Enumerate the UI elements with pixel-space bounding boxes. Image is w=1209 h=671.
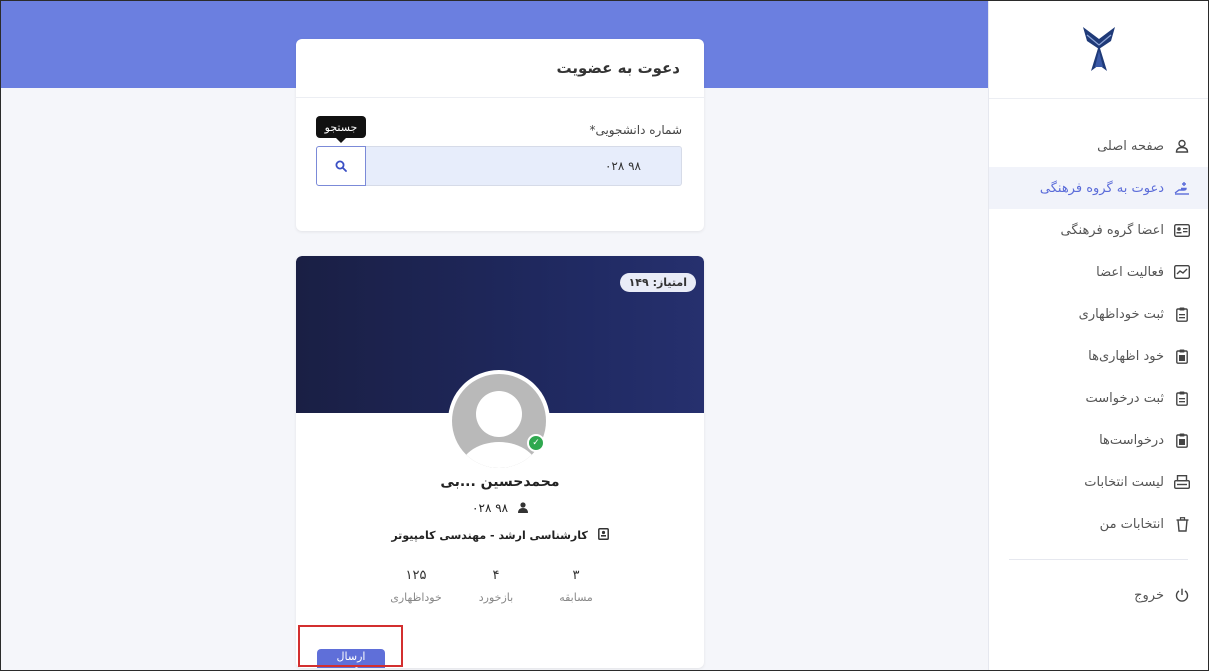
sidebar-item-logout[interactable]: خروج	[989, 574, 1208, 616]
stat-label: بازخورد	[478, 591, 514, 604]
stat-feedback: ۴ بازخورد	[456, 568, 536, 604]
profile-student-id: ۹۸ ۰۲۸	[296, 501, 704, 515]
student-number-label: شماره دانشجویی*	[589, 123, 682, 137]
sidebar-item-label: دعوت به گروه فرهنگی	[1039, 180, 1164, 196]
id-card-icon	[1174, 222, 1190, 238]
stat-value: ۱۲۵	[405, 568, 427, 583]
trash-icon	[1174, 516, 1190, 532]
sidebar-item-label: ثبت درخواست	[1085, 390, 1164, 406]
stat-competitions: ۳ مسابقه	[536, 568, 616, 604]
user-icon	[1174, 138, 1190, 154]
student-number-row	[316, 146, 682, 186]
avatar-placeholder-icon	[452, 374, 546, 468]
stat-value: ۴	[492, 568, 500, 583]
sidebar-item-my-elections[interactable]: انتخابات من	[989, 503, 1208, 545]
sidebar-item-label: لیست انتخابات	[1084, 474, 1164, 490]
profile-name: محمدحسین ...بی	[440, 474, 560, 490]
invite-title: دعوت به عضویت	[296, 39, 704, 98]
search-icon	[335, 160, 347, 172]
sidebar-item-submit-declaration[interactable]: ثبت خوداظهاری	[989, 293, 1208, 335]
sidebar-item-declarations[interactable]: خود اظهاری‌ها	[989, 335, 1208, 377]
university-logo	[1082, 26, 1115, 71]
sidebar-item-label: ثبت خوداظهاری	[1078, 306, 1164, 322]
sidebar-item-home[interactable]: صفحه اصلی	[989, 125, 1208, 167]
clipboard-icon	[1174, 390, 1190, 406]
app-frame: دعوت به عضویت شماره دانشجویی* جستجو امتی…	[0, 0, 1209, 671]
stat-self-declarations: ۱۲۵ خوداظهاری	[376, 568, 456, 604]
person-icon	[517, 502, 528, 513]
sidebar-item-label: فعالیت اعضا	[1096, 264, 1164, 280]
sidebar-item-submit-request[interactable]: ثبت درخواست	[989, 377, 1208, 419]
printer-icon	[1174, 474, 1190, 490]
sidebar-item-invite[interactable]: دعوت به گروه فرهنگی	[989, 167, 1208, 209]
sidebar-item-label: خود اظهاری‌ها	[1088, 348, 1164, 364]
power-icon	[1174, 587, 1190, 603]
score-badge: امتیاز: ۱۴۹	[619, 273, 696, 292]
profile-major: کارشناسی ارشد - مهندسی کامپیوتر	[296, 528, 704, 542]
stat-label: خوداظهاری	[390, 591, 442, 604]
sidebar-item-label: انتخابات من	[1099, 516, 1164, 532]
sidebar-item-label: اعضا گروه فرهنگی	[1060, 222, 1165, 238]
search-tooltip: جستجو	[316, 116, 366, 143]
invite-card: دعوت به عضویت شماره دانشجویی* جستجو	[296, 39, 704, 231]
search-button[interactable]	[316, 146, 366, 186]
avatar	[452, 374, 546, 468]
sidebar-item-members[interactable]: اعضا گروه فرهنگی	[989, 209, 1208, 251]
profile-card: امتیاز: ۱۴۹ ✓ محمدحسین ...بی ۹۸ ۰۲۸ کارش…	[296, 256, 704, 668]
sidebar-item-election-list[interactable]: لیست انتخابات	[989, 461, 1208, 503]
badge-icon	[597, 528, 609, 540]
stat-value: ۳	[572, 568, 580, 583]
sidebar-item-label: صفحه اصلی	[1097, 138, 1164, 154]
clipboard-icon	[1174, 306, 1190, 322]
sidebar-item-requests[interactable]: درخواست‌ها	[989, 419, 1208, 461]
sidebar-item-label: خروج	[1134, 587, 1164, 603]
stat-label: مسابقه	[559, 591, 593, 604]
hand-invite-icon	[1174, 180, 1190, 196]
sidebar-item-label: درخواست‌ها	[1099, 432, 1164, 448]
profile-student-id-text: ۹۸ ۰۲۸	[472, 501, 509, 515]
sidebar-menu: صفحه اصلی دعوت به گروه فرهنگی اعضا گروه …	[989, 99, 1208, 616]
logo-area	[989, 1, 1208, 99]
profile-stats: ۳ مسابقه ۴ بازخورد ۱۲۵ خوداظهاری	[376, 568, 616, 604]
sidebar-item-activity[interactable]: فعالیت اعضا	[989, 251, 1208, 293]
profile-major-text: کارشناسی ارشد - مهندسی کامپیوتر	[391, 529, 588, 542]
sidebar-divider	[1009, 559, 1188, 560]
activity-icon	[1174, 264, 1190, 280]
sidebar: صفحه اصلی دعوت به گروه فرهنگی اعضا گروه …	[988, 1, 1208, 670]
verified-check-icon: ✓	[527, 434, 545, 452]
clipboard-list-icon	[1174, 432, 1190, 448]
clipboard-list-icon	[1174, 348, 1190, 364]
student-number-input[interactable]	[366, 146, 682, 186]
highlight-box	[298, 625, 403, 667]
